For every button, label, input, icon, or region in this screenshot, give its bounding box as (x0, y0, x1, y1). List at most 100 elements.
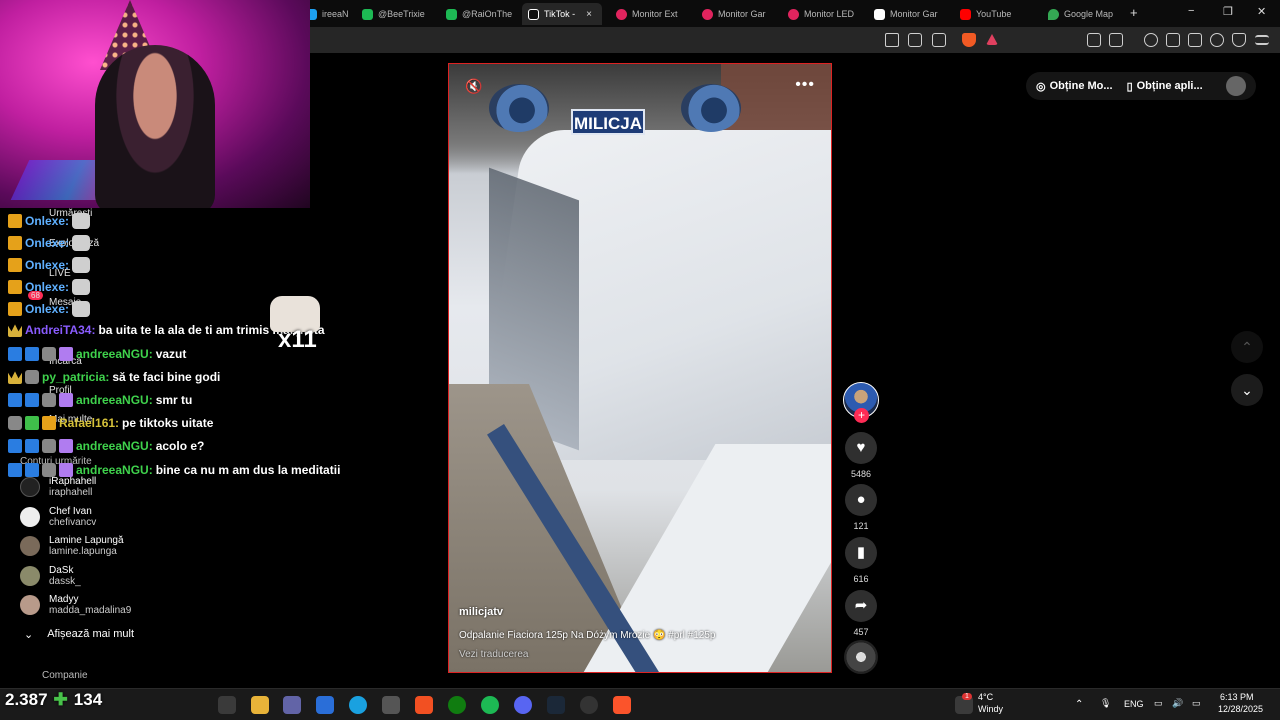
account-item[interactable]: Lamine Lapungă lamine.lapunga (20, 533, 124, 559)
chevron-down-icon: ⌄ (1241, 382, 1253, 398)
battery-icon[interactable]: ▭ (1192, 698, 1201, 709)
brave-rewards-icon[interactable] (986, 34, 998, 45)
clock-time[interactable]: 6:13 PM (1220, 692, 1254, 702)
chevron-up-icon[interactable]: ⌃ (1075, 699, 1083, 710)
show-more-button[interactable]: ⌄ Afișează mai mult (24, 628, 134, 641)
screenshot-icon[interactable] (1109, 33, 1123, 47)
sub-badge-icon (8, 214, 22, 228)
brave-shield-icon[interactable] (962, 33, 976, 47)
leo-ai-icon[interactable] (1210, 33, 1224, 47)
follow-plus-icon[interactable]: + (854, 408, 869, 423)
extensions-icon[interactable] (1087, 33, 1101, 47)
gift-badge-icon (59, 393, 73, 407)
translate-link[interactable]: Vezi traducerea (459, 649, 529, 660)
clock-date[interactable]: 12/28/2025 (1218, 704, 1263, 714)
cast-icon[interactable] (908, 33, 922, 47)
store-icon[interactable] (415, 696, 433, 714)
tab-beetrixie[interactable]: @BeeTrixie (356, 3, 434, 25)
previous-video-button[interactable]: ⌃ (1231, 331, 1263, 363)
spotify-icon[interactable] (481, 696, 499, 714)
new-tab-button[interactable]: + (1130, 5, 1138, 20)
weather-temp: 4°C (978, 692, 994, 702)
account-item[interactable]: iRaphahell iraphahell (20, 474, 96, 500)
comment-button[interactable]: ● (845, 484, 877, 516)
music-icon[interactable] (1144, 33, 1158, 47)
milicja-sign: MILICJA (571, 109, 645, 135)
tab-monitor-gar-2[interactable]: Monitor Gar (868, 3, 948, 25)
video-author[interactable]: milicjatv (459, 606, 503, 618)
screen: ireeaN @BeeTrixie @RaiOnThe TikTok - × Mo… (0, 0, 1280, 720)
tab-youtube[interactable]: YouTube (954, 3, 1034, 25)
next-video-button[interactable]: ⌄ (1231, 374, 1263, 406)
browser-toolbar (310, 27, 1280, 53)
chat-message: andreeaNGU: smr tu (8, 393, 192, 407)
profile-avatar[interactable] (1226, 76, 1246, 96)
chevron-up-icon: ⌃ (1241, 339, 1253, 355)
teams-icon[interactable] (283, 696, 301, 714)
prime-badge-icon (8, 347, 22, 361)
crown-badge-icon (8, 324, 22, 337)
get-coins-button[interactable]: ◎ Obține Mo... (1036, 80, 1113, 93)
weather-badge: 1 (962, 693, 972, 700)
account-item[interactable]: Madyy madda_madalina9 (20, 592, 131, 618)
tab-google-maps[interactable]: Google Map (1042, 3, 1118, 25)
avatar (20, 477, 40, 497)
avatar (20, 566, 40, 586)
avatar (20, 507, 40, 527)
emote-icon (72, 235, 91, 251)
microphone-icon[interactable]: 🎙 (1100, 698, 1111, 709)
follow-icon: ✚ (53, 690, 68, 709)
menu-icon[interactable] (1255, 35, 1269, 45)
steam-icon[interactable] (547, 696, 565, 714)
company-link[interactable]: Companie (42, 670, 88, 681)
camera-badge-icon (42, 347, 56, 361)
app-icon[interactable] (382, 696, 400, 714)
tracking-icon[interactable] (885, 33, 899, 47)
mute-icon[interactable]: 🔇 (465, 78, 482, 95)
tab-raionthe[interactable]: @RaiOnThe (440, 3, 518, 25)
chat-message: Onlexe: (8, 279, 91, 295)
sidebar-icon[interactable] (1166, 33, 1180, 47)
tab-monitor-ext[interactable]: Monitor Ext (610, 3, 690, 25)
like-button[interactable]: ♥ (845, 432, 877, 464)
tab-monitor-gar[interactable]: Monitor Gar (696, 3, 776, 25)
close-tab-icon[interactable]: × (586, 9, 592, 20)
account-item[interactable]: Chef Ivan chefivancv (20, 504, 96, 530)
wallet-icon[interactable] (1188, 33, 1202, 47)
vpn-icon[interactable] (1232, 33, 1246, 47)
xbox-icon[interactable] (448, 696, 466, 714)
chat-message: andreeaNGU: acolo e? (8, 439, 204, 453)
bits-badge-icon (25, 347, 39, 361)
volume-icon[interactable]: 🔊 (1172, 698, 1183, 709)
brave-icon[interactable] (613, 696, 631, 714)
language-indicator[interactable]: ENG (1124, 699, 1144, 709)
network-icon[interactable]: ▭ (1154, 698, 1163, 709)
camera-badge-icon (8, 416, 22, 430)
more-options-icon[interactable]: ••• (795, 76, 815, 94)
chat-message: py_patricia: să te faci bine godi (8, 370, 220, 384)
account-item[interactable]: DaSk dassk_ (20, 563, 81, 589)
discord-icon[interactable] (514, 696, 532, 714)
tab-tiktok[interactable]: TikTok - × (522, 3, 602, 25)
get-app-button[interactable]: ▯ Obține apli... (1127, 80, 1203, 93)
task-view-icon[interactable] (218, 696, 236, 714)
tab-favicon (788, 8, 799, 20)
edge-icon[interactable] (349, 696, 367, 714)
sub-badge-icon (8, 236, 22, 250)
close-window-button[interactable]: ✕ (1257, 5, 1266, 18)
heart-icon: ♥ (856, 439, 866, 456)
save-button[interactable]: ▮ (845, 537, 877, 569)
minimize-button[interactable]: − (1188, 5, 1194, 17)
camera-badge-icon (42, 439, 56, 453)
maximize-button[interactable]: ❐ (1223, 5, 1233, 18)
share-icon[interactable] (932, 33, 946, 47)
video-player[interactable]: MILICJA 🔇 ••• milicjatv Odpalanie Fiacio… (448, 63, 832, 673)
tab-monitor-led[interactable]: Monitor LED (782, 3, 862, 25)
terminal-icon[interactable] (316, 696, 334, 714)
bookmark-icon: ▮ (856, 544, 866, 561)
file-explorer-icon[interactable] (251, 696, 269, 714)
obs-icon[interactable] (580, 696, 598, 714)
bits-badge-icon (25, 393, 39, 407)
music-disc-icon[interactable] (844, 640, 878, 674)
share-button[interactable]: ➦ (845, 590, 877, 622)
